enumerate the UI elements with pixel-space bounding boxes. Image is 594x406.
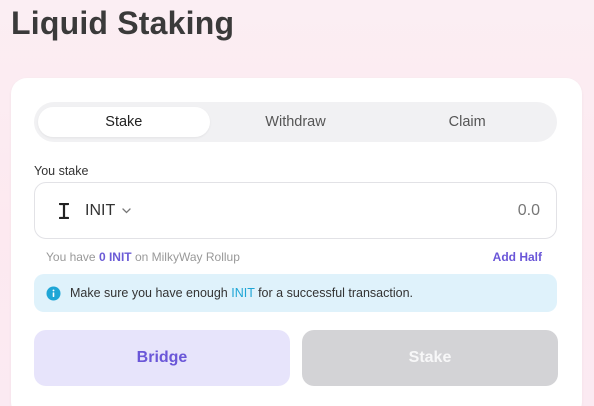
notice-text: Make sure you have enough INIT for a suc… — [70, 286, 413, 300]
stake-amount-input[interactable] — [132, 201, 540, 220]
info-icon — [46, 286, 61, 301]
init-token-icon — [55, 202, 73, 220]
balance-row: You have 0 INIT on MilkyWay Rollup Add H… — [46, 250, 542, 264]
action-tabs: Stake Withdraw Claim — [34, 102, 557, 142]
tab-claim[interactable]: Claim — [381, 107, 553, 137]
notice-text-before: Make sure you have enough — [70, 286, 232, 300]
balance-suffix: on MilkyWay Rollup — [131, 250, 240, 264]
tab-stake[interactable]: Stake — [38, 107, 210, 137]
tab-withdraw[interactable]: Withdraw — [210, 107, 382, 137]
notice-highlight: INIT — [231, 286, 255, 300]
bridge-button[interactable]: Bridge — [34, 330, 290, 386]
chevron-down-icon — [122, 206, 132, 216]
page-title: Liquid Staking — [11, 5, 235, 41]
stake-button[interactable]: Stake — [302, 330, 558, 386]
token-symbol: INIT — [85, 201, 116, 219]
stake-input-box: INIT — [34, 182, 557, 239]
add-half-button[interactable]: Add Half — [493, 250, 542, 264]
balance-prefix: You have — [46, 250, 99, 264]
token-selector[interactable]: INIT — [55, 202, 132, 220]
notice-text-after: for a successful transaction. — [254, 286, 414, 300]
balance-text: You have 0 INIT on MilkyWay Rollup — [46, 250, 240, 264]
balance-amount: 0 INIT — [98, 250, 132, 264]
info-notice: Make sure you have enough INIT for a suc… — [34, 274, 557, 312]
staking-card: Stake Withdraw Claim You stake INIT You … — [11, 78, 582, 406]
you-stake-label: You stake — [34, 164, 89, 178]
